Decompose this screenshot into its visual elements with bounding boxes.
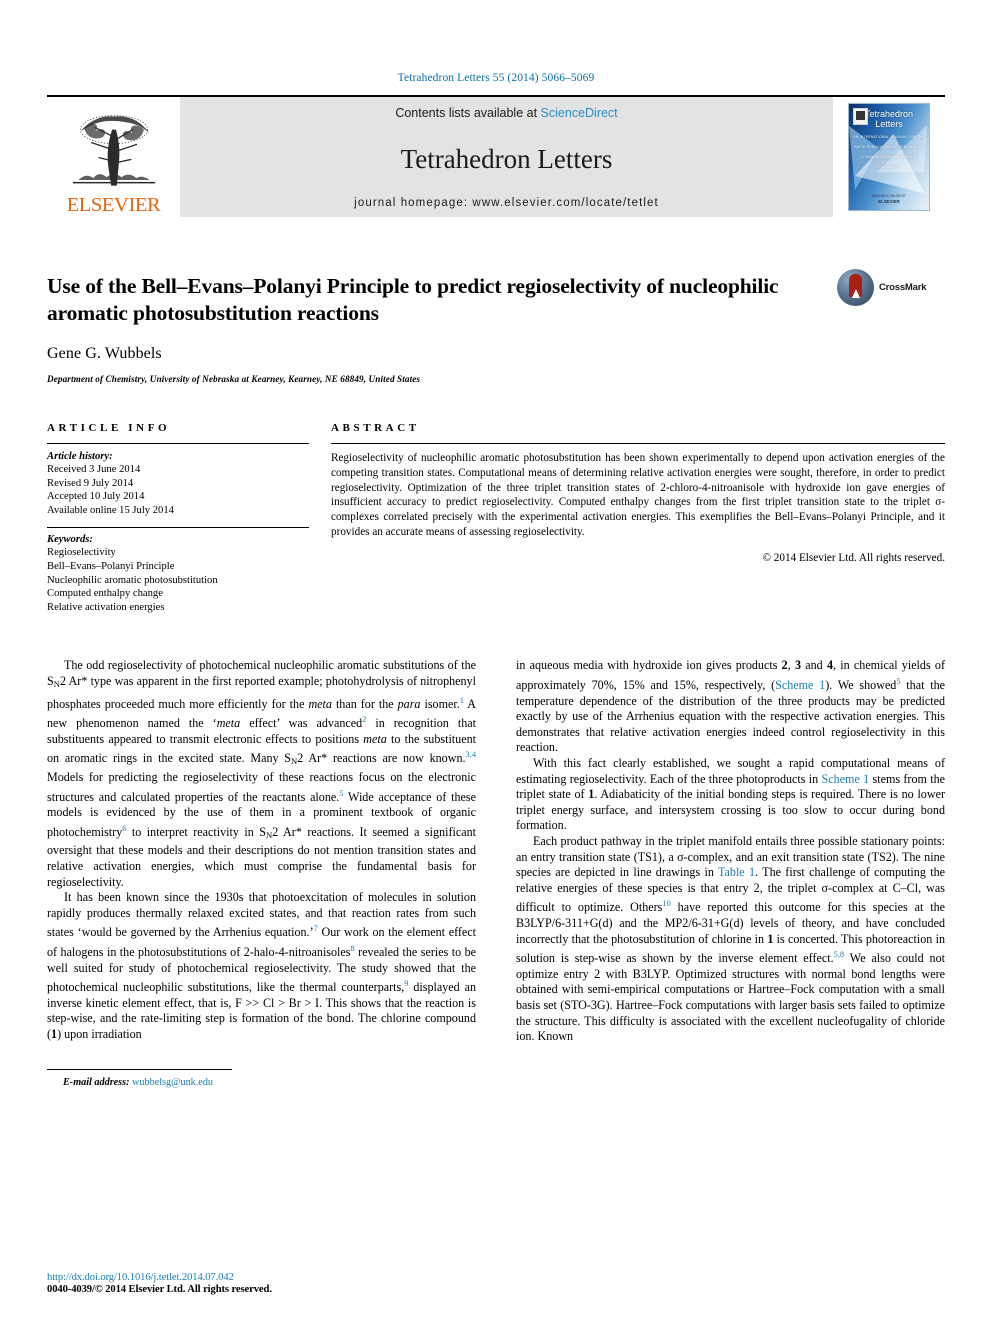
reference-link[interactable]: 10: [662, 899, 670, 908]
history-revised: Revised 9 July 2014: [47, 477, 134, 489]
cover-footer-brand: ELSEVIER: [878, 199, 900, 204]
page-title: Use of the Bell–Evans–Polanyi Principle …: [47, 274, 779, 325]
history-accepted: Accepted 10 July 2014: [47, 491, 145, 503]
running-head: Tetrahedron Letters 55 (2014) 5066–5069: [397, 72, 595, 84]
elsevier-logo: ELSEVIER: [47, 97, 180, 217]
elsevier-wordmark: ELSEVIER: [66, 193, 161, 216]
crossmark-badge[interactable]: CrossMark: [837, 265, 945, 309]
sciencedirect-link[interactable]: ScienceDirect: [541, 106, 618, 120]
body-paragraph-2: It has been known since the 1930s that p…: [47, 890, 476, 1042]
abstract-text: Regioselectivity of nucleophilic aromati…: [331, 452, 945, 538]
issn-copyright: 0040-4039/© 2014 Elsevier Ltd. All right…: [47, 1284, 272, 1295]
keyword-item: Relative activation energies: [47, 601, 165, 613]
elsevier-tree-icon: [72, 114, 155, 186]
page-footer: http://dx.doi.org/10.1016/j.tetlet.2014.…: [47, 1272, 547, 1295]
doi-link[interactable]: http://dx.doi.org/10.1016/j.tetlet.2014.…: [47, 1272, 547, 1283]
journal-cover-thumbnail: Tetrahedron Letters AN INTERNATIONAL JOU…: [848, 103, 930, 211]
keyword-item: Bell–Evans–Polanyi Principle: [47, 560, 175, 572]
keywords-label: Keywords:: [47, 534, 93, 546]
journal-title: Tetrahedron Letters: [400, 144, 613, 174]
body-column-right: in aqueous media with hydroxide ion give…: [516, 658, 945, 1087]
body-columns: The odd regioselectivity of photochemica…: [47, 658, 945, 1088]
affiliation: Department of Chemistry, University of N…: [47, 374, 421, 384]
scheme-link[interactable]: Scheme 1: [775, 678, 825, 692]
keyword-item: Nucleophilic aromatic photosubstitution: [47, 574, 218, 586]
journal-cover-wrap: Tetrahedron Letters AN INTERNATIONAL JOU…: [833, 97, 945, 217]
crossmark-icon: [837, 268, 874, 306]
info-rule-mid: [47, 527, 309, 529]
cover-badge-icon: [853, 108, 868, 125]
reference-link[interactable]: 5,8: [834, 950, 844, 959]
body-paragraph-3: in aqueous media with hydroxide ion give…: [516, 658, 945, 755]
contents-prefix: Contents lists available at: [395, 106, 538, 120]
reference-link[interactable]: 3,4: [466, 750, 476, 759]
contents-available-line: Contents lists available at ScienceDirec…: [395, 106, 617, 120]
journal-homepage[interactable]: journal homepage: www.elsevier.com/locat…: [354, 197, 659, 209]
abstract-heading: ABSTRACT: [331, 422, 420, 434]
email-footnote: E-mail address: wubbelsg@unk.edu: [47, 1077, 232, 1088]
abstract-rule-top: [331, 443, 945, 444]
cover-subtitle: AN INTERNATIONAL JOURNAL FOR THE RAPID P…: [853, 135, 925, 169]
body-paragraph-1: The odd regioselectivity of photochemica…: [47, 658, 476, 889]
title-block: Use of the Bell–Evans–Polanyi Principle …: [47, 268, 945, 384]
abstract-column: ABSTRACT Regioselectivity of nucleophili…: [331, 422, 945, 614]
history-received: Received 3 June 2014: [47, 464, 141, 475]
article-info-heading: ARTICLE INFO: [47, 422, 171, 434]
body-paragraph-4: With this fact clearly established, we s…: [516, 755, 945, 833]
keyword-item: Computed enthalpy change: [47, 588, 163, 600]
body-paragraph-5: Each product pathway in the triplet mani…: [516, 833, 945, 1044]
table-link[interactable]: Table 1: [718, 865, 755, 879]
journal-banner: Contents lists available at ScienceDirec…: [180, 97, 833, 217]
article-history-label: Article history:: [47, 451, 113, 462]
cover-footer: AVAILABLE ONLINE AT ELSEVIER: [849, 194, 929, 205]
info-abstract-section: ARTICLE INFO Article history: Received 3…: [47, 422, 945, 614]
footnote-block: E-mail address: wubbelsg@unk.edu: [47, 1068, 232, 1088]
crossmark-label: CrossMark: [879, 281, 927, 293]
email-label: E-mail address:: [63, 1076, 130, 1088]
body-column-left: The odd regioselectivity of photochemica…: [47, 658, 476, 1088]
author-list: Gene G. Wubbels: [47, 345, 162, 362]
keyword-item: Regioselectivity: [47, 547, 116, 559]
article-page: Tetrahedron Letters 55 (2014) 5066–5069 …: [0, 0, 992, 1323]
info-rule-top: [47, 443, 309, 444]
scheme-link[interactable]: Scheme 1: [822, 772, 870, 786]
history-online: Available online 15 July 2014: [47, 504, 174, 516]
journal-masthead: ELSEVIER Contents lists available at Sci…: [47, 95, 945, 217]
abstract-copyright: © 2014 Elsevier Ltd. All rights reserved…: [762, 551, 946, 564]
article-info-column: ARTICLE INFO Article history: Received 3…: [47, 422, 309, 614]
email-link[interactable]: wubbelsg@unk.edu: [132, 1077, 213, 1088]
